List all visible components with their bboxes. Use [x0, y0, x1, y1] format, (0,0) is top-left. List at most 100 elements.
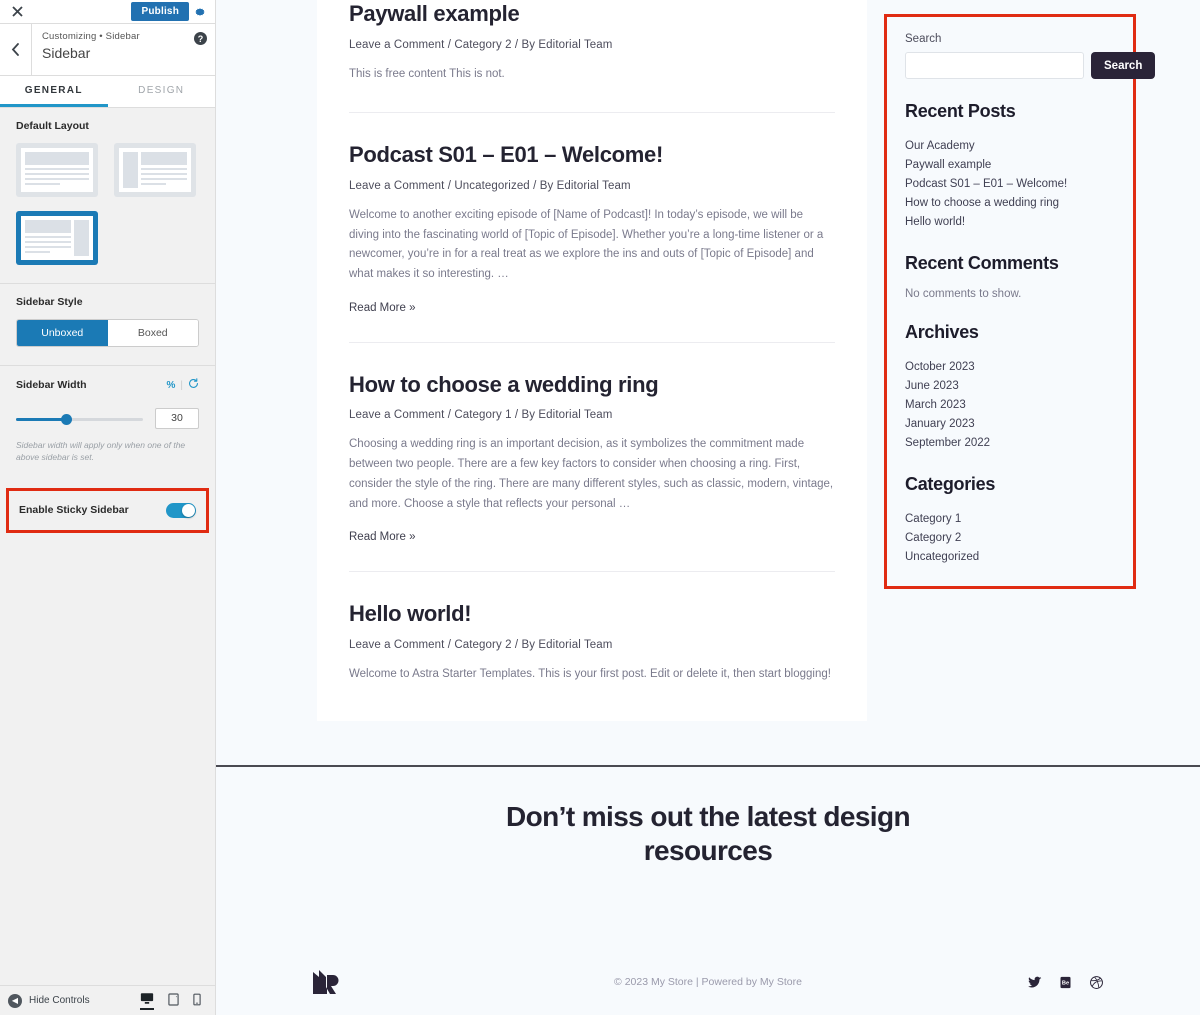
post-excerpt: This is free content This is not.	[349, 67, 505, 80]
read-more-link[interactable]: Read More »	[349, 302, 835, 314]
sidebar-style-segmented: Unboxed Boxed	[16, 319, 199, 347]
customizer-header: Customizing • Sidebar Sidebar ?	[0, 24, 215, 76]
desktop-icon[interactable]	[140, 992, 154, 1010]
sidebar-width-controls: 30	[16, 408, 199, 429]
recent-posts-widget: Recent Posts Our Academy Paywall example…	[905, 101, 1115, 231]
list-item[interactable]: Category 1	[905, 509, 1115, 528]
tab-design[interactable]: DESIGN	[108, 76, 216, 107]
cta-heading: Don’t miss out the latest design resourc…	[506, 801, 911, 867]
post-item: How to choose a wedding ring Leave a Com…	[317, 343, 867, 573]
sidebar-width-slider[interactable]	[16, 412, 143, 426]
sticky-sidebar-highlight: Enable Sticky Sidebar	[6, 487, 209, 533]
recent-comments-heading: Recent Comments	[905, 253, 1059, 273]
recent-posts-heading: Recent Posts	[905, 101, 1016, 121]
site-preview: Paywall example Leave a Comment / Catego…	[216, 0, 1200, 1015]
sidebar-widgets: Search Search Recent Posts Our Academy P…	[884, 14, 1156, 589]
sticky-sidebar-row: Enable Sticky Sidebar	[9, 490, 206, 530]
close-icon[interactable]	[4, 0, 30, 23]
publish-button[interactable]: Publish	[131, 2, 189, 21]
layout-option-left-sidebar[interactable]	[114, 143, 196, 197]
list-item[interactable]: How to choose a wedding ring	[905, 193, 1115, 212]
twitter-icon[interactable]	[1027, 975, 1042, 990]
recent-posts-list: Our Academy Paywall example Podcast S01 …	[905, 136, 1115, 231]
sidebar-width-header: Sidebar Width % |	[16, 378, 199, 392]
list-item[interactable]: Uncategorized	[905, 547, 1115, 566]
sidebar-style-boxed[interactable]: Boxed	[107, 320, 198, 346]
search-button[interactable]: Search	[1091, 52, 1156, 79]
sidebar-width-note: Sidebar width will apply only when one o…	[16, 440, 186, 463]
gear-icon[interactable]	[189, 1, 211, 23]
recent-comments-empty: No comments to show.	[905, 288, 1022, 300]
mr-monogram-logo[interactable]	[312, 969, 342, 995]
hide-controls-label: Hide Controls	[29, 995, 90, 1006]
list-item[interactable]: Category 2	[905, 528, 1115, 547]
post-item: Paywall example Leave a Comment / Catego…	[317, 0, 867, 114]
cta-section: Don’t miss out the latest design resourc…	[216, 800, 1200, 868]
list-item[interactable]: Our Academy	[905, 136, 1115, 155]
sidebar-style-section: Sidebar Style Unboxed Boxed	[0, 284, 215, 361]
sidebar-width-label: Sidebar Width	[16, 379, 87, 391]
post-item: Hello world! Leave a Comment / Category …	[317, 572, 867, 720]
customizer-title-block: Customizing • Sidebar Sidebar ?	[32, 24, 215, 75]
help-icon[interactable]: ?	[194, 32, 207, 45]
reset-icon[interactable]	[188, 378, 199, 392]
search-input[interactable]	[905, 52, 1084, 79]
post-excerpt: Welcome to Astra Starter Templates. This…	[349, 667, 831, 680]
customizer-screen: Publish Customizing • Sidebar Sidebar ?	[0, 0, 1200, 1015]
list-item[interactable]: October 2023	[905, 357, 1115, 376]
list-item[interactable]: Hello world!	[905, 212, 1115, 231]
slider-fill	[16, 417, 67, 421]
dribbble-icon[interactable]	[1089, 975, 1104, 990]
archives-heading: Archives	[905, 322, 979, 342]
default-layout-label: Default Layout	[16, 120, 89, 132]
post-item: Podcast S01 – E01 – Welcome! Leave a Com…	[317, 113, 867, 343]
sidebar-width-input[interactable]: 30	[155, 408, 199, 429]
layout-option-right-sidebar[interactable]	[16, 211, 98, 265]
categories-list: Category 1 Category 2 Uncategorized	[905, 509, 1115, 566]
archives-widget: Archives October 2023 June 2023 March 20…	[905, 322, 1115, 452]
slider-handle[interactable]	[61, 414, 73, 425]
customizer-tabs: GENERAL DESIGN	[0, 76, 215, 108]
post-title[interactable]: Podcast S01 – E01 – Welcome!	[349, 141, 835, 169]
list-item[interactable]: March 2023	[905, 395, 1115, 414]
list-item[interactable]: September 2022	[905, 433, 1115, 452]
sidebar-style-unboxed[interactable]: Unboxed	[17, 320, 108, 346]
post-excerpt: Welcome to another exciting episode of […	[349, 208, 824, 281]
post-meta: Leave a Comment / Category 2 / By Editor…	[349, 638, 613, 651]
categories-heading: Categories	[905, 474, 996, 494]
chevron-left-icon[interactable]	[0, 24, 32, 75]
post-meta: Leave a Comment / Uncategorized / By Edi…	[349, 179, 631, 192]
list-item[interactable]: January 2023	[905, 414, 1115, 433]
read-more-link[interactable]: Read More »	[349, 531, 835, 543]
list-item[interactable]: June 2023	[905, 376, 1115, 395]
chevron-left-circle-icon: ◀	[8, 993, 22, 1008]
tablet-icon[interactable]	[168, 992, 179, 1010]
customizer-topbar: Publish	[0, 0, 215, 24]
mobile-icon[interactable]	[193, 992, 201, 1010]
categories-widget: Categories Category 1 Category 2 Uncateg…	[905, 474, 1115, 566]
customizer-panel: Publish Customizing • Sidebar Sidebar ?	[0, 0, 216, 1015]
footer-divider	[216, 765, 1200, 767]
post-meta: Leave a Comment / Category 1 / By Editor…	[349, 409, 613, 422]
tab-general[interactable]: GENERAL	[0, 76, 108, 107]
recent-comments-widget: Recent Comments No comments to show.	[905, 253, 1115, 300]
list-item[interactable]: Podcast S01 – E01 – Welcome!	[905, 174, 1115, 193]
post-title[interactable]: Hello world!	[349, 600, 835, 628]
list-item[interactable]: Paywall example	[905, 155, 1115, 174]
archives-list: October 2023 June 2023 March 2023 Januar…	[905, 357, 1115, 452]
search-widget: Search Search	[905, 33, 1156, 79]
site-footer-bar: © 2023 My Store | Powered by My Store Be	[216, 960, 1200, 1004]
hide-controls-button[interactable]: ◀ Hide Controls	[8, 993, 90, 1008]
post-title[interactable]: Paywall example	[349, 0, 835, 28]
unit-toggle-percent[interactable]: %	[166, 380, 175, 391]
behance-icon[interactable]: Be	[1058, 975, 1073, 990]
post-title[interactable]: How to choose a wedding ring	[349, 371, 835, 399]
layout-option-no-sidebar[interactable]	[16, 143, 98, 197]
posts-column: Paywall example Leave a Comment / Catego…	[317, 0, 867, 721]
unit-separator: |	[180, 379, 183, 391]
sticky-sidebar-toggle[interactable]	[166, 502, 196, 518]
sidebar-width-section: Sidebar Width % | 30 Sidebar width will …	[0, 366, 215, 478]
default-layout-section: Default Layout	[0, 108, 215, 279]
sticky-sidebar-label: Enable Sticky Sidebar	[19, 504, 129, 517]
social-links: Be	[1027, 975, 1104, 990]
